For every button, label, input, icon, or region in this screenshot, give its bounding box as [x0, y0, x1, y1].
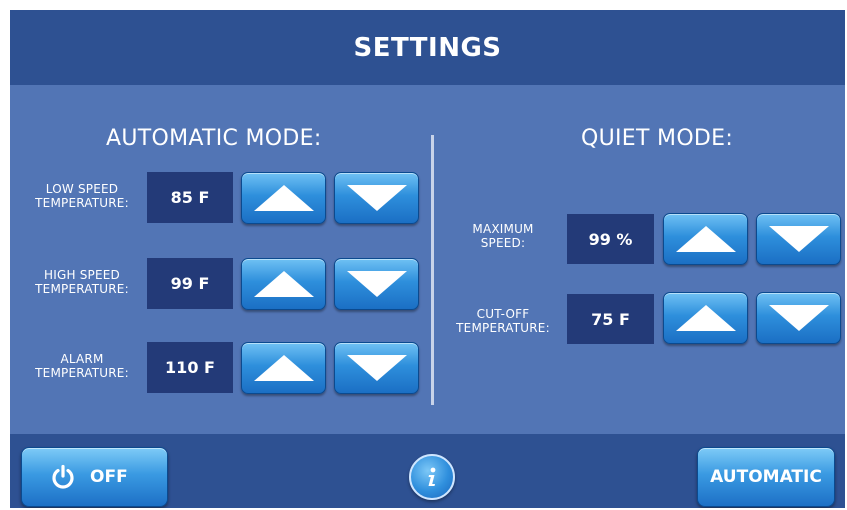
- mode-button-label: AUTOMATIC: [710, 467, 822, 487]
- arrow-up-icon: [253, 185, 314, 211]
- maximum-speed-value: 99 %: [567, 214, 654, 264]
- label-line1: LOW SPEED: [45, 182, 119, 196]
- low-speed-temperature-up-button[interactable]: [241, 172, 326, 224]
- maximum-speed-down-button[interactable]: [756, 213, 841, 265]
- power-off-button[interactable]: OFF: [21, 447, 168, 507]
- label-line2: TEMPERATURE:: [35, 282, 129, 296]
- alarm-temperature-up-button[interactable]: [241, 342, 326, 394]
- label-line2: SPEED:: [480, 236, 526, 250]
- label-line1: CUT-OFF: [476, 307, 530, 321]
- info-button[interactable]: [409, 454, 455, 500]
- page-title: SETTINGS: [353, 32, 502, 63]
- arrow-down-icon: [346, 185, 407, 211]
- automatic-mode-title: AUTOMATIC MODE:: [106, 126, 322, 151]
- arrow-down-icon: [346, 271, 407, 297]
- label-line1: MAXIMUM: [472, 222, 534, 236]
- cut-off-temperature-down-button[interactable]: [756, 292, 841, 344]
- high-speed-temperature-down-button[interactable]: [334, 258, 419, 310]
- power-icon: [52, 464, 74, 489]
- low-speed-temperature-down-button[interactable]: [334, 172, 419, 224]
- quiet-mode-title: QUIET MODE:: [581, 126, 734, 151]
- alarm-temperature-value: 110 F: [147, 342, 233, 393]
- high-speed-temperature-value: 99 F: [147, 258, 233, 309]
- high-speed-temperature-label: HIGH SPEED TEMPERATURE:: [22, 268, 142, 296]
- cut-off-temperature-up-button[interactable]: [663, 292, 748, 344]
- label-line1: HIGH SPEED: [44, 268, 120, 282]
- arrow-up-icon: [253, 355, 314, 381]
- arrow-down-icon: [346, 355, 407, 381]
- arrow-up-icon: [675, 226, 736, 252]
- low-speed-temperature-value: 85 F: [147, 172, 233, 223]
- section-divider: [431, 135, 434, 405]
- arrow-up-icon: [253, 271, 314, 297]
- cut-off-temperature-value: 75 F: [567, 294, 654, 344]
- label-line2: TEMPERATURE:: [456, 321, 550, 335]
- alarm-temperature-down-button[interactable]: [334, 342, 419, 394]
- high-speed-temperature-up-button[interactable]: [241, 258, 326, 310]
- arrow-down-icon: [768, 226, 829, 252]
- label-line2: TEMPERATURE:: [35, 366, 129, 380]
- low-speed-temperature-label: LOW SPEED TEMPERATURE:: [22, 182, 142, 210]
- label-line2: TEMPERATURE:: [35, 196, 129, 210]
- cut-off-temperature-label: CUT-OFF TEMPERATURE:: [446, 307, 560, 335]
- settings-screen: SETTINGS AUTOMATIC MODE: LOW SPEED TEMPE…: [10, 10, 845, 508]
- power-button-label: OFF: [90, 467, 128, 487]
- alarm-temperature-label: ALARM TEMPERATURE:: [22, 352, 142, 380]
- info-icon: [428, 467, 436, 486]
- label-line1: ALARM: [60, 352, 104, 366]
- automatic-mode-button[interactable]: AUTOMATIC: [697, 447, 835, 507]
- maximum-speed-up-button[interactable]: [663, 213, 748, 265]
- header-bar: SETTINGS: [10, 10, 845, 85]
- maximum-speed-label: MAXIMUM SPEED:: [448, 222, 558, 250]
- arrow-down-icon: [768, 305, 829, 331]
- arrow-up-icon: [675, 305, 736, 331]
